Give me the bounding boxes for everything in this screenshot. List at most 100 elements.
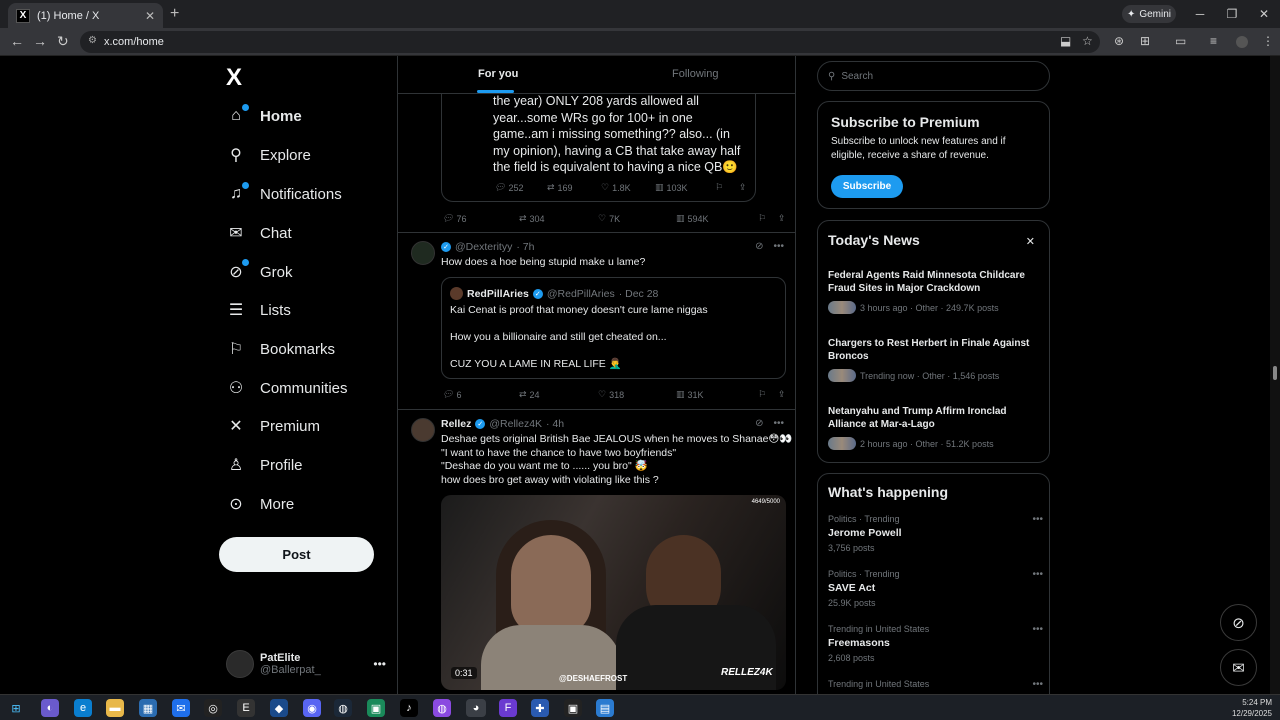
like-metric[interactable]: ♡ 318 [598, 389, 676, 400]
forward-icon[interactable]: → [33, 33, 47, 49]
browser-tab[interactable]: X (1) Home / X ✕ [8, 3, 163, 28]
post-name[interactable]: Rellez [441, 418, 471, 430]
news-item[interactable]: Chargers to Rest Herbert in Finale Again… [828, 337, 1043, 382]
reply-metric[interactable]: 💬︎ 6 [442, 389, 519, 400]
share-icon[interactable]: ⇪ [778, 389, 786, 400]
new-tab-button[interactable]: + [170, 5, 179, 23]
repost-metric[interactable]: ⇄ 24 [519, 389, 598, 400]
video-player[interactable]: 4649/5000 0:31 @DESHAEFROST RELLEZ4K [441, 495, 786, 690]
repost-metric[interactable]: ⇄ 304 [519, 213, 598, 224]
messages-fab-icon[interactable]: ✉ [1220, 649, 1257, 686]
steam-icon[interactable]: ◍ [334, 699, 352, 717]
quoted-post[interactable]: RedPillAries ✓ @RedPillAries · Dec 28 Ka… [441, 277, 786, 379]
nav-premium[interactable]: ✕ Premium [226, 410, 320, 442]
windows-start-icon[interactable]: ⊞ [7, 699, 25, 717]
more-dots-icon[interactable]: ••• [1032, 569, 1043, 580]
site-info-icon[interactable]: ⚙ [88, 35, 97, 46]
views-metric[interactable]: ▥ 31K [676, 389, 758, 400]
trend-item[interactable]: Politics · Trending Jerome Powell 3,756 … [828, 514, 1043, 553]
trend-item[interactable]: Trending in United States Freemasons 2,6… [828, 624, 1043, 663]
avatar[interactable] [411, 241, 435, 265]
trend-item[interactable]: Politics · Trending SAVE Act 25.9K posts… [828, 569, 1043, 608]
tab-following[interactable]: Following [672, 68, 718, 80]
menu-icon[interactable]: ⋮ [1262, 34, 1274, 48]
grok-icon[interactable]: ⊘ [755, 418, 763, 429]
scrollbar[interactable] [1270, 56, 1280, 694]
search-input[interactable]: ⚲ Search [817, 61, 1050, 91]
avatar[interactable] [411, 418, 435, 442]
scrollbar-thumb[interactable] [1273, 366, 1277, 380]
post-button[interactable]: Post [219, 537, 374, 572]
views-metric[interactable]: ▥ 594K [676, 213, 758, 224]
star-icon[interactable]: ☆ [1082, 34, 1093, 48]
close-icon[interactable]: ✕ [1026, 235, 1035, 248]
nav-home[interactable]: ⌂ Home [226, 100, 302, 132]
epic-games-icon[interactable]: E [237, 699, 255, 717]
nav-profile[interactable]: ♙ Profile [226, 449, 303, 481]
app-icon[interactable]: ▣ [367, 699, 385, 717]
app-icon[interactable]: ▣ [564, 699, 582, 717]
discord-icon[interactable]: ◉ [303, 699, 321, 717]
nav-notifications[interactable]: ♫ Notifications [226, 178, 342, 210]
share-icon[interactable]: ⇪ [778, 213, 786, 224]
gemini-button[interactable]: ✦ Gemini [1122, 5, 1176, 23]
tab-for-you[interactable]: For you [478, 68, 518, 80]
more-dots-icon[interactable]: ••• [373, 657, 386, 671]
app-icon[interactable]: ◆ [270, 699, 288, 717]
window-close-icon[interactable]: ✕ [1248, 0, 1280, 28]
more-dots-icon[interactable]: ••• [1032, 624, 1043, 635]
restore-icon[interactable]: ❐ [1216, 0, 1248, 28]
repost-metric[interactable]: ⇄ 169 [547, 182, 601, 193]
app-icon[interactable]: F [499, 699, 517, 717]
nav-grok[interactable]: ⊘ Grok [226, 256, 293, 288]
more-dots-icon[interactable]: ••• [1032, 679, 1043, 690]
more-dots-icon[interactable]: ••• [773, 241, 784, 252]
nav-chat[interactable]: ✉ Chat [226, 217, 291, 249]
like-metric[interactable]: ♡ 7K [598, 213, 676, 224]
nav-bookmarks[interactable]: ⚐ Bookmarks [226, 333, 335, 365]
app-icon[interactable]: ▤ [596, 699, 614, 717]
bookmark-icon[interactable]: ⚐ [758, 213, 778, 224]
reply-metric[interactable]: 💬︎ 252 [494, 182, 547, 193]
nav-explore[interactable]: ⚲ Explore [226, 139, 311, 171]
app-icon[interactable]: ◍ [433, 699, 451, 717]
nav-communities[interactable]: ⚇ Communities [226, 372, 348, 404]
post-handle[interactable]: @Dexterityy [455, 241, 512, 253]
grok-icon[interactable]: ⊘ [755, 241, 763, 252]
url-field[interactable]: ⚙ x.com/home [80, 31, 1100, 53]
like-metric[interactable]: ♡ 1.8K [601, 182, 655, 193]
post-rellez[interactable]: Rellez ✓ @Rellez4K · 4h ⊘ ••• Deshae gets… [398, 410, 795, 694]
copilot-icon[interactable]: ◐ [41, 699, 59, 717]
account-switcher[interactable]: PatElite @Ballerpat_ ••• [226, 646, 386, 682]
share-icon[interactable]: ⇪ [739, 182, 747, 193]
bookmark-icon[interactable]: ⚐ [758, 389, 778, 400]
subscribe-button[interactable]: Subscribe [831, 175, 903, 198]
post-handle[interactable]: @Rellez4K [489, 418, 542, 430]
edge-icon[interactable]: e [74, 699, 92, 717]
media-icon[interactable]: ≡ [1210, 34, 1217, 48]
mail-app-icon[interactable]: ✉ [172, 699, 190, 717]
puzzle-icon[interactable]: ⊞ [1140, 34, 1150, 48]
views-metric[interactable]: ▥ 103K [655, 182, 715, 193]
more-dots-icon[interactable]: ••• [773, 418, 784, 429]
more-dots-icon[interactable]: ••• [1032, 514, 1043, 525]
post-dexterityy[interactable]: ✓ @Dexterityy · 7h ⊘ ••• How does a hoe b… [398, 233, 795, 409]
x-logo-icon[interactable]: X [226, 64, 242, 92]
sidepanel-icon[interactable]: ▭ [1175, 34, 1186, 48]
system-clock[interactable]: 5:24 PM 12/29/2025 [1232, 697, 1272, 719]
extension-icon[interactable]: ⊛ [1114, 34, 1124, 48]
back-icon[interactable]: ← [10, 33, 24, 49]
nav-lists[interactable]: ☰ Lists [226, 294, 291, 326]
minimize-icon[interactable]: ─ [1184, 0, 1216, 28]
news-item[interactable]: Netanyahu and Trump Affirm Ironclad Alli… [828, 405, 1043, 450]
nav-more[interactable]: ⊙ More [226, 488, 294, 520]
tiktok-icon[interactable]: ♪ [400, 699, 418, 717]
store-icon[interactable]: ▦ [139, 699, 157, 717]
chrome-icon[interactable]: ◕ [466, 699, 486, 717]
app-icon[interactable]: ✚ [531, 699, 549, 717]
app-icon[interactable]: ◎ [204, 699, 222, 717]
reply-metric[interactable]: 💬︎ 76 [442, 213, 519, 224]
news-item[interactable]: Federal Agents Raid Minnesota Childcare … [828, 269, 1043, 314]
trend-item[interactable]: Trending in United States ••• [828, 679, 1043, 690]
profile-avatar[interactable] [1236, 36, 1248, 48]
